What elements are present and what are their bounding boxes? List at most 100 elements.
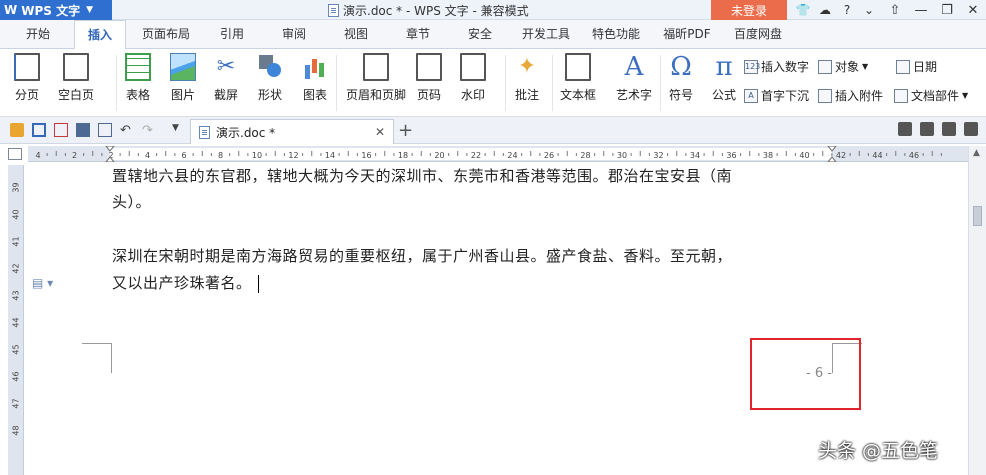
title-bar: W WPS 文字 ▼ 演示.doc * - WPS 文字 - 兼容模式 未登录 … (0, 0, 986, 20)
blank-page-button[interactable]: 空白页 (58, 53, 94, 103)
shirt-skin-icon[interactable]: 👕 (792, 1, 814, 19)
undo-icon[interactable]: ↶ (120, 123, 134, 138)
ribbon-divider (505, 55, 506, 111)
tab-insert[interactable]: 插入 (74, 20, 126, 50)
print-preview-icon[interactable] (98, 123, 112, 137)
picture-icon (170, 53, 196, 81)
scroll-up-icon[interactable]: ▲ (973, 148, 980, 158)
close-icon[interactable]: ✕ (375, 125, 385, 139)
tab-review[interactable]: 审阅 (270, 20, 318, 49)
document-line-with-cursor[interactable]: 又以出产珍珠著名。 (112, 270, 259, 296)
insert-number-button[interactable]: 123 插入数字 (744, 58, 809, 75)
login-button[interactable]: 未登录 (711, 0, 787, 20)
dropcap-button[interactable]: A 首字下沉 (744, 87, 809, 104)
page-break-button[interactable]: 分页 (14, 53, 40, 103)
document-area[interactable] (28, 164, 968, 475)
wordart-button[interactable]: A 艺术字 (616, 53, 652, 103)
ruler-number: 2 (72, 151, 77, 160)
document-line[interactable]: 深圳在宋朝时期是南方海路贸易的重要枢纽，属于广州香山县。盛产食盐、香料。至元朝， (112, 243, 732, 269)
view-mode-icon[interactable] (942, 122, 956, 136)
ruler-corner[interactable] (8, 148, 22, 160)
tab-baidu-netdisk[interactable]: 百度网盘 (728, 20, 788, 49)
object-icon (818, 59, 832, 74)
page-break-icon (14, 53, 40, 81)
restore-icon[interactable]: ❐ (934, 0, 960, 20)
ruler-number: 18 (398, 151, 408, 160)
tab-features[interactable]: 特色功能 (586, 20, 646, 49)
ribbon-divider (660, 55, 661, 111)
scissors-icon: ✂ (216, 54, 236, 79)
tab-view[interactable]: 视图 (332, 20, 380, 49)
tab-start[interactable]: 开始 (14, 20, 62, 49)
open-folder-icon[interactable] (10, 123, 24, 137)
redo-icon[interactable]: ↷ (142, 123, 156, 138)
save-icon[interactable] (32, 123, 46, 137)
paragraph-layout-icon[interactable]: ▤ ▾ (32, 276, 53, 290)
vertical-ruler[interactable]: 39 40 41 42 43 44 45 46 47 48 (8, 165, 24, 475)
chevron-down-icon[interactable]: ⌄ (858, 1, 880, 19)
scrollbar-thumb[interactable] (973, 206, 982, 226)
ruler-number: 47 (11, 398, 21, 409)
wordart-icon: A (624, 52, 644, 82)
page-number-button[interactable]: 页码 (416, 53, 442, 103)
document-line[interactable]: 置辖地六县的东官郡，辖地大概为今天的深圳市、东莞市和香港等范围。郡治在宝安县（南 (112, 163, 732, 189)
view-mode-icon[interactable] (964, 122, 978, 136)
horizontal-ruler[interactable]: 4 2 2 4 6 8 10 12 14 16 18 20 22 24 26 28 30 32 34 36 38 40 42… (28, 146, 968, 162)
export-pdf-icon[interactable] (54, 123, 68, 137)
pi-formula-icon: π (715, 52, 733, 82)
minimize-icon[interactable]: — (908, 0, 934, 20)
close-icon[interactable]: ✕ (960, 0, 986, 20)
date-button[interactable]: 日期 (896, 58, 937, 75)
object-button[interactable]: 对象 ▼ (818, 58, 868, 75)
attachment-icon (818, 88, 832, 103)
tab-page-layout[interactable]: 页面布局 (134, 20, 198, 49)
new-tab-icon[interactable]: + (398, 120, 413, 141)
help-icon[interactable]: ? (836, 1, 858, 19)
ruler-number: 40 (799, 151, 809, 160)
document-line[interactable]: 头）。 (112, 189, 151, 215)
ruler-number: 44 (11, 317, 21, 328)
ruler-number: 32 (653, 151, 663, 160)
tab-references[interactable]: 引用 (208, 20, 256, 49)
upload-icon[interactable]: ⇧ (882, 0, 908, 20)
symbol-button[interactable]: Ω 符号 (668, 53, 694, 103)
watermark-button[interactable]: 水印 (460, 53, 486, 103)
doc-parts-button[interactable]: 文档部件 ▼ (894, 87, 968, 104)
table-button[interactable]: 表格 (125, 53, 151, 103)
comment-button[interactable]: ✦ 批注 (514, 53, 540, 103)
picture-button[interactable]: 图片 (170, 53, 196, 103)
tab-developer[interactable]: 开发工具 (516, 20, 576, 49)
chevron-down-icon[interactable]: ▼ (172, 123, 186, 137)
app-menu-button[interactable]: W WPS 文字 ▼ (0, 0, 112, 20)
screenshot-button[interactable]: ✂ 截屏 (213, 53, 239, 103)
ruler-number: 4 (35, 151, 40, 160)
vertical-scrollbar[interactable]: ▲ (968, 146, 986, 475)
tab-section[interactable]: 章节 (394, 20, 442, 49)
ruler-number: 46 (11, 371, 21, 382)
view-mode-icon[interactable] (898, 122, 912, 136)
document-line-text: 又以出产珍珠著名。 (112, 274, 252, 292)
document-tab[interactable]: 演示.doc * ✕ (190, 119, 394, 144)
textbox-button[interactable]: 文本框 (560, 53, 596, 103)
ruler-number: 43 (11, 290, 21, 301)
ruler-number: 6 (181, 151, 186, 160)
app-name: WPS 文字 (21, 3, 81, 18)
print-icon[interactable] (76, 123, 90, 137)
ribbon-tabs: 开始 插入 页面布局 引用 审阅 视图 章节 安全 开发工具 特色功能 福昕PD… (0, 20, 986, 50)
view-mode-icon[interactable] (920, 122, 934, 136)
chart-button[interactable]: 图表 (302, 53, 328, 103)
header-footer-button[interactable]: 页眉和页脚 (346, 53, 406, 103)
textbox-icon (565, 53, 591, 81)
tab-foxit-pdf[interactable]: 福昕PDF (656, 20, 718, 49)
ruler-ticks: 4 2 2 4 6 8 10 12 14 16 18 20 22 24 26 28 30 32 34 36 38 40 42… (35, 146, 942, 162)
formula-button[interactable]: π 公式 (711, 53, 737, 103)
ribbon-divider (116, 55, 117, 111)
attachment-button[interactable]: 插入附件 (818, 87, 883, 104)
ribbon-divider (336, 55, 337, 111)
ruler-number: 38 (763, 151, 773, 160)
dropcap-icon: A (744, 88, 758, 103)
ruler-number: 42 (836, 151, 846, 160)
shape-button[interactable]: 形状 (257, 53, 283, 103)
tab-security[interactable]: 安全 (456, 20, 504, 49)
chat-icon[interactable]: ☁ (814, 1, 836, 19)
